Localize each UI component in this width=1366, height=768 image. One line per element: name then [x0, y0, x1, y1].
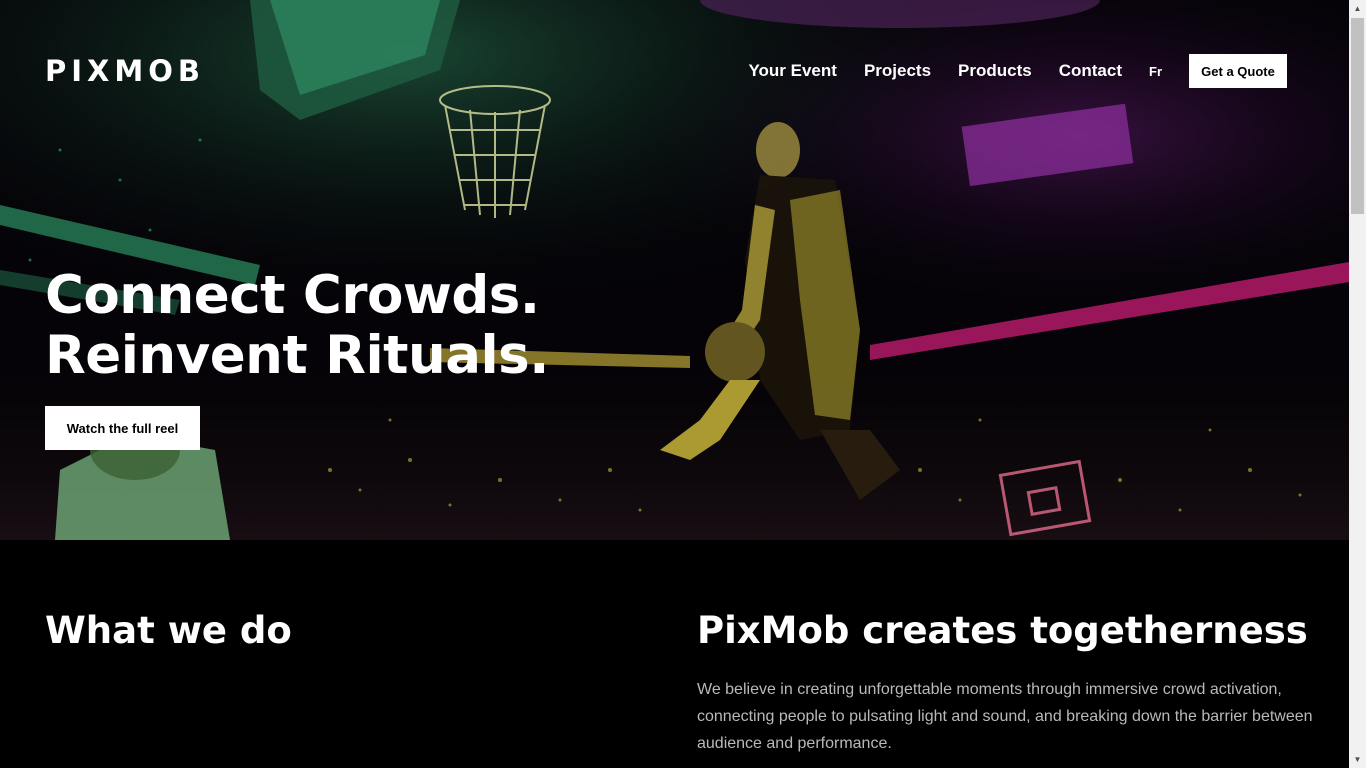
main-nav: Your Event Projects Products Contact Fr …	[721, 54, 1287, 88]
pixmob-logo[interactable]: PIXMOB	[45, 56, 205, 86]
nav-products[interactable]: Products	[958, 61, 1032, 81]
scroll-down-arrow-icon[interactable]: ▼	[1349, 751, 1366, 768]
what-we-do-heading: What we do	[45, 609, 292, 652]
hero-section: PIXMOB Your Event Projects Products Cont…	[0, 0, 1349, 540]
nav-projects[interactable]: Projects	[864, 61, 931, 81]
togetherness-heading: PixMob creates togetherness	[697, 609, 1308, 652]
hero-headline-line-1: Connect Crowds.	[45, 265, 540, 326]
scroll-up-arrow-icon[interactable]: ▲	[1349, 0, 1366, 17]
scrollbar-thumb[interactable]	[1351, 18, 1364, 214]
nav-your-event[interactable]: Your Event	[748, 61, 836, 81]
watch-reel-button[interactable]: Watch the full reel	[45, 406, 200, 450]
page-scrollbar[interactable]: ▲ ▼	[1349, 0, 1366, 768]
get-a-quote-button[interactable]: Get a Quote	[1189, 54, 1287, 88]
hero-headline-line-2: Reinvent Rituals.	[45, 325, 549, 386]
language-switch[interactable]: Fr	[1149, 64, 1162, 79]
hero-headline: Connect Crowds. Reinvent Rituals.	[45, 266, 745, 386]
togetherness-description: We believe in creating unforgettable mom…	[697, 681, 1313, 752]
nav-contact[interactable]: Contact	[1059, 61, 1122, 81]
